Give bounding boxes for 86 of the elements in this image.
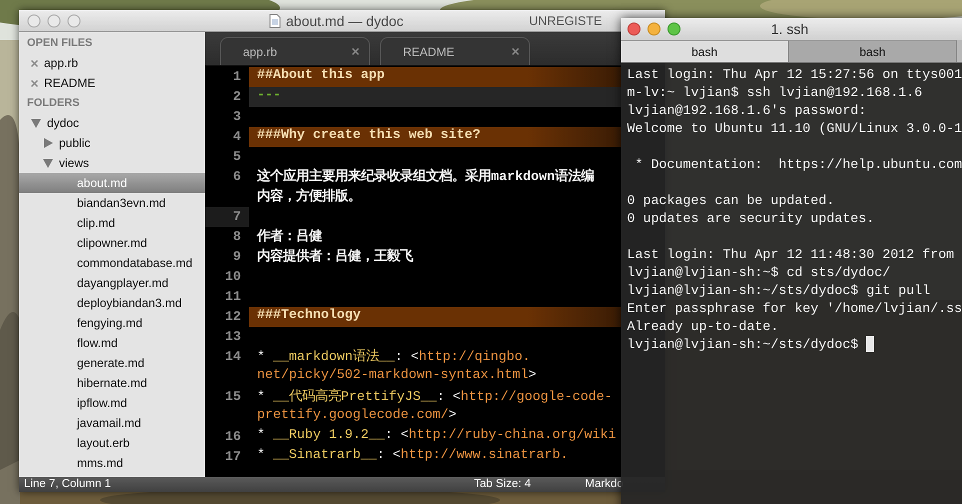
code-line: prettify.googlecode.com/> <box>257 407 458 424</box>
terminal-line: Already up-to-date. <box>627 318 780 335</box>
file-item[interactable]: ipflow.md <box>19 393 205 413</box>
window-controls-icon[interactable] <box>27 14 81 28</box>
line-number: 7 <box>205 207 249 227</box>
terminal-line: Last login: Thu Apr 12 15:27:56 on ttys001 <box>627 66 962 83</box>
code-line: ###Why create this web site? <box>257 127 482 144</box>
code-line: ###Technology <box>257 307 362 324</box>
file-item[interactable]: hibernate.md <box>19 373 205 393</box>
terminal-line: 0 packages can be updated. <box>627 192 836 209</box>
terminal-line: 0 updates are security updates. <box>627 210 876 227</box>
syntax-label[interactable]: Markdo <box>585 478 624 490</box>
line-number: 15 <box>224 388 242 406</box>
caret-right-icon[interactable] <box>43 138 53 148</box>
close-icon[interactable] <box>31 60 38 66</box>
cursor-position: Line 7, Column 1 <box>24 478 111 490</box>
file-item[interactable]: clip.md <box>19 213 205 233</box>
line-number: 11 <box>224 288 242 306</box>
open-file-item[interactable]: app.rb <box>19 53 205 73</box>
document-icon <box>269 14 281 28</box>
line-number: 3 <box>232 108 242 126</box>
file-item[interactable]: dayangplayer.md <box>19 273 205 293</box>
caret-down-icon[interactable] <box>31 118 41 128</box>
tab-size[interactable]: Tab Size: 4 <box>474 478 531 490</box>
code-line: 这个应用主要用来纪录收录组文档。采用markdown语法编 <box>257 167 595 186</box>
caret-down-icon[interactable] <box>43 158 53 168</box>
open-file-item[interactable]: README <box>19 73 205 93</box>
line-number: 5 <box>232 148 242 166</box>
window-title: 1. ssh <box>771 21 808 37</box>
unregistered-label: UNREGISTE <box>529 14 602 28</box>
text-cursor <box>866 336 874 352</box>
line-number: 9 <box>232 248 242 266</box>
tab[interactable]: bash <box>621 40 789 62</box>
line-number: 12 <box>224 308 242 326</box>
line-number: 2 <box>232 88 242 106</box>
file-item[interactable]: layout.erb <box>19 433 205 453</box>
terminal-line: Enter passphrase for key '/home/lvjian/.ss <box>627 300 962 317</box>
terminal-line: lvjian@192.168.1.6's password: <box>627 102 868 119</box>
folder-item[interactable]: public <box>19 133 205 153</box>
line-number: 1 <box>232 68 242 86</box>
file-item[interactable]: deploybiandan3.md <box>19 293 205 313</box>
code-line: 作者：吕健 <box>257 228 324 246</box>
terminal-line: lvjian@lvjian-sh:~$ cd sts/dydoc/ <box>627 264 892 281</box>
code-line: 内容，方便排版。 <box>257 187 362 206</box>
code-line: ##About this app <box>257 67 386 84</box>
close-icon[interactable] <box>31 80 38 86</box>
line-number: 6 <box>232 168 242 186</box>
code-line: *__markdown语法__: <http://qingbo. <box>257 348 532 366</box>
file-item[interactable]: biandan3evn.md <box>19 193 205 213</box>
file-item[interactable]: fengying.md <box>19 313 205 333</box>
line-number: 16 <box>224 428 242 446</box>
code-line: --- <box>257 87 282 104</box>
tab[interactable]: bash <box>789 40 957 62</box>
line-number: 17 <box>224 448 242 466</box>
section-header: OPEN FILES <box>26 36 94 51</box>
section-header: FOLDERS <box>26 96 81 111</box>
line-number: 8 <box>232 228 242 246</box>
file-item[interactable]: clipowner.md <box>19 233 205 253</box>
line-number: 14 <box>224 348 242 366</box>
code-line: *__Ruby 1.9.2__: <http://ruby-china.org/wiki <box>257 427 618 444</box>
code-line: net/picky/502-markdown-syntax.html> <box>257 367 538 384</box>
code-line: 内容提供者：吕健，王毅飞 <box>257 247 414 266</box>
terminal-line: Welcome to Ubuntu 11.10 (GNU/Linux 3.0.0-1 <box>627 120 962 137</box>
file-item[interactable]: javamail.md <box>19 413 205 433</box>
close-icon[interactable] <box>512 48 519 55</box>
terminal-line: m-lv:~ lvjian$ ssh lvjian@192.168.1.6 <box>627 84 924 101</box>
folder-item[interactable]: dydoc <box>19 113 205 133</box>
folder-item[interactable]: views <box>19 153 205 173</box>
tab[interactable]: app.rb <box>220 37 370 65</box>
file-item[interactable]: commondatabase.md <box>19 253 205 273</box>
tab[interactable]: README <box>380 37 530 65</box>
file-item[interactable]: flow.md <box>19 333 205 353</box>
close-icon[interactable] <box>352 48 359 55</box>
terminal-prompt: lvjian@lvjian-sh:~/sts/dydoc$ <box>627 336 858 352</box>
file-item[interactable]: mms.md <box>19 453 205 473</box>
line-number: 4 <box>232 128 242 146</box>
code-line: *__代码高亮PrettifyJS__: <http://google-code- <box>257 388 614 406</box>
terminal-line: lvjian@lvjian-sh:~/sts/dydoc$ git pull <box>627 282 932 299</box>
file-item[interactable]: generate.md <box>19 353 205 373</box>
terminal-line: Last login: Thu Apr 12 11:48:30 2012 from <box>627 246 956 263</box>
line-number: 10 <box>224 268 242 286</box>
terminal-line: * Documentation: https://help.ubuntu.com <box>634 156 962 173</box>
window-title: about.md — dydoc <box>286 13 404 29</box>
line-number: 13 <box>224 328 242 346</box>
code-line: *__Sinatrarb__: <http://www.sinatrarb. <box>257 447 570 464</box>
window-controls-icon[interactable] <box>627 22 681 36</box>
